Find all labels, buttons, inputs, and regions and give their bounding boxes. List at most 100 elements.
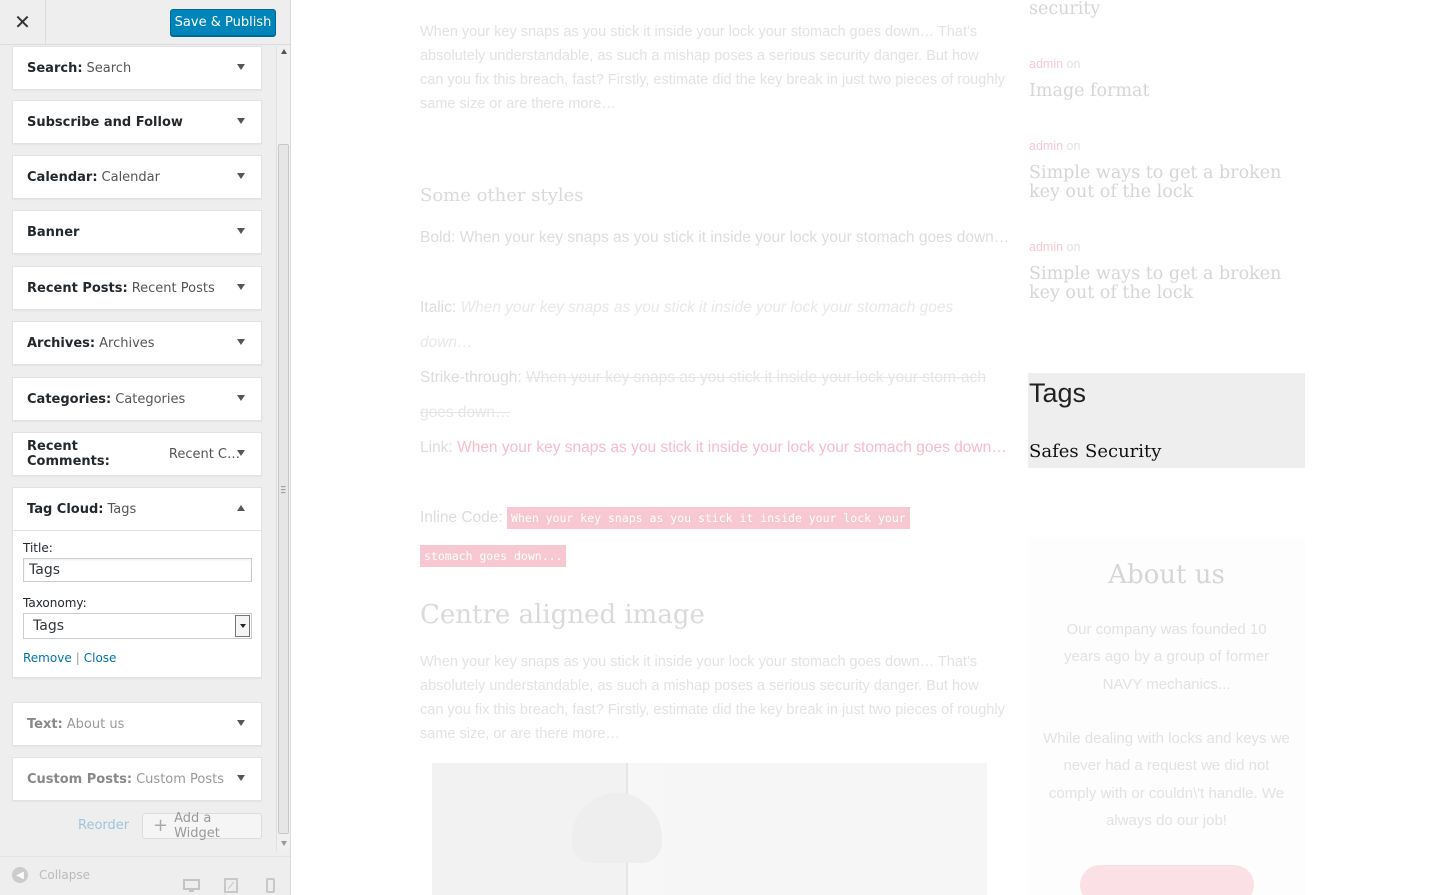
post-meta: admin on: [1029, 57, 1080, 71]
widget-banner[interactable]: Banner: [12, 210, 262, 254]
desktop-preview-icon[interactable]: [183, 879, 200, 893]
widget-recent-comments[interactable]: Recent Comments: Recent Co...: [12, 432, 262, 476]
widget-name: Archives:: [27, 335, 96, 351]
sidebar-footer: ◀ Collapse: [0, 856, 290, 895]
tag-link[interactable]: Security: [1085, 441, 1161, 462]
widget-tag-cloud[interactable]: Tag Cloud: Tags Title: Taxonomy: Tags Re…: [12, 487, 262, 678]
widget-subscribe-follow[interactable]: Subscribe and Follow: [12, 100, 262, 144]
widget-title: Recent Posts: [131, 280, 215, 296]
widget-name: Calendar:: [27, 169, 98, 185]
widget-name: Recent Comments:: [27, 439, 110, 469]
add-widget-button[interactable]: + Add a Widget: [142, 811, 262, 841]
widget-title: Categories: [115, 391, 186, 407]
close-customizer-button[interactable]: ✕: [0, 0, 46, 45]
code-style-row-cont: stomach goes down...: [420, 538, 1010, 574]
widget-header[interactable]: Archives: Archives: [13, 322, 261, 364]
recent-post-title[interactable]: Simple ways to get a broken key out of t…: [1029, 164, 1309, 202]
widget-custom-posts[interactable]: Custom Posts: Custom Posts: [12, 757, 262, 801]
widget-header[interactable]: Recent Posts: Recent Posts: [13, 267, 261, 309]
widget-header[interactable]: Banner: [13, 211, 261, 253]
widget-categories[interactable]: Categories: Categories: [12, 377, 262, 421]
widget-recent-posts[interactable]: Recent Posts: Recent Posts: [12, 266, 262, 310]
tags-widget: Tags Safes Security: [1028, 373, 1305, 468]
recent-post-title[interactable]: Image format: [1029, 82, 1309, 101]
sidebar-scrollbar[interactable]: – – –: [276, 46, 290, 851]
taxonomy-select[interactable]: Tags: [23, 613, 252, 639]
mobile-preview-icon[interactable]: [266, 878, 275, 893]
widget-header[interactable]: Calendar: Calendar: [13, 156, 261, 198]
italic-text: When your key snaps as you stick it insi…: [420, 299, 954, 351]
widget-name: Text:: [27, 716, 63, 732]
chevron-down-icon[interactable]: [237, 450, 245, 456]
select-dropdown-button[interactable]: [235, 615, 250, 637]
scroll-down-icon[interactable]: [281, 841, 287, 846]
taxonomy-field-label: Taxonomy:: [23, 596, 87, 610]
recent-post-title[interactable]: Simple ways to get a broken key out of t…: [1029, 265, 1309, 303]
collapse-label: Collapse: [39, 868, 90, 882]
italic-style-row: Italic: When your key snaps as you stick…: [420, 290, 1010, 360]
chevron-down-icon[interactable]: [237, 284, 245, 290]
widget-calendar[interactable]: Calendar: Calendar: [12, 155, 262, 199]
widget-header[interactable]: Search: Search: [13, 47, 261, 89]
code-style-row: Inline Code: When your key snaps as you …: [420, 500, 1010, 536]
widget-header[interactable]: Categories: Categories: [13, 378, 261, 420]
code-label: Inline Code:: [420, 509, 503, 526]
widget-title: Tags: [107, 501, 137, 517]
widget-name: Categories:: [27, 391, 112, 407]
widget-header[interactable]: Custom Posts: Custom Posts: [13, 758, 261, 800]
chevron-down-icon[interactable]: [237, 395, 245, 401]
scroll-up-icon[interactable]: [281, 49, 287, 54]
link-separator: |: [75, 651, 80, 665]
widget-archives[interactable]: Archives: Archives: [12, 321, 262, 365]
strike-label: Strike-through:: [420, 369, 522, 386]
widget-name: Tag Cloud:: [27, 501, 104, 517]
section-heading: Some other styles: [420, 185, 584, 206]
collapse-arrow-icon: ◀: [12, 867, 28, 883]
widget-header[interactable]: Recent Comments: Recent Co...: [13, 433, 261, 475]
post-author[interactable]: admin: [1029, 57, 1063, 71]
chevron-down-icon[interactable]: [237, 228, 245, 234]
close-icon: ✕: [14, 12, 31, 34]
collapse-button[interactable]: ◀ Collapse: [12, 867, 90, 883]
link-style-row: Link: When your key snaps as you stick i…: [420, 430, 1010, 465]
image-panel: [664, 763, 987, 895]
post-paragraph: When your key snaps as you stick it insi…: [420, 24, 1005, 112]
chevron-down-icon[interactable]: [237, 775, 245, 781]
chevron-down-icon[interactable]: [237, 173, 245, 179]
widget-title: About us: [66, 716, 125, 732]
remove-widget-link[interactable]: Remove: [23, 651, 72, 665]
chevron-down-icon[interactable]: [237, 64, 245, 70]
chevron-down-icon[interactable]: [237, 118, 245, 124]
about-paragraph: Our company was founded 10 years ago by …: [1063, 621, 1270, 693]
title-field[interactable]: [23, 558, 252, 582]
post-meta: admin on: [1029, 139, 1080, 153]
title-field-label: Title:: [23, 541, 53, 555]
post-paragraph: When your key snaps as you stick it insi…: [420, 654, 1005, 742]
reorder-link[interactable]: Reorder: [78, 818, 129, 833]
about-us-widget: About us Our company was founded 10 year…: [1028, 537, 1305, 895]
post-meta-on: on: [1066, 139, 1081, 153]
tag-link[interactable]: Safes: [1029, 441, 1079, 462]
widget-text[interactable]: Text: About us: [12, 702, 262, 746]
tablet-preview-icon[interactable]: [224, 878, 238, 893]
post-author[interactable]: admin: [1029, 139, 1063, 153]
chevron-down-icon[interactable]: [237, 339, 245, 345]
recent-post-title[interactable]: security: [1029, 0, 1309, 19]
widget-header[interactable]: Text: About us: [13, 703, 261, 745]
save-publish-button[interactable]: Save & Publish: [170, 9, 276, 36]
add-widget-label: Add a Widget: [174, 811, 220, 841]
chevron-up-icon[interactable]: [237, 505, 245, 511]
widget-name: Subscribe and Follow: [27, 114, 183, 130]
widget-list: Search: Search Subscribe and Follow Cale…: [0, 46, 276, 856]
chevron-down-icon: [239, 624, 246, 628]
chevron-down-icon[interactable]: [237, 720, 245, 726]
scrollbar-thumb[interactable]: – – –: [278, 144, 289, 834]
widget-title: Archives: [99, 335, 155, 351]
widget-search[interactable]: Search: Search: [12, 46, 262, 90]
preview-link[interactable]: When your key snaps as you stick it insi…: [457, 439, 1007, 456]
widget-header[interactable]: Tag Cloud: Tags: [13, 488, 261, 530]
post-author[interactable]: admin: [1029, 240, 1063, 254]
about-read-more-button[interactable]: [1080, 865, 1254, 895]
widget-header[interactable]: Subscribe and Follow: [13, 101, 261, 143]
close-widget-link[interactable]: Close: [84, 651, 117, 665]
